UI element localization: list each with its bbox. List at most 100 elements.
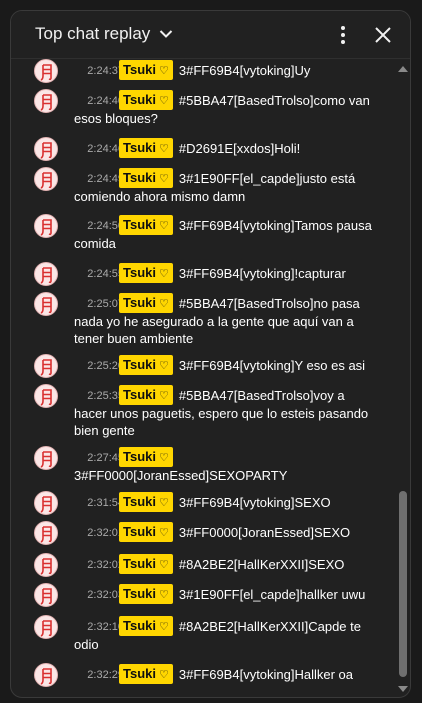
moon-kanji-avatar-icon xyxy=(35,584,57,606)
avatar[interactable] xyxy=(34,292,58,316)
moon-kanji-avatar-icon xyxy=(35,447,57,469)
scrollbar-thumb[interactable] xyxy=(399,491,407,677)
scroll-down-arrow-icon[interactable] xyxy=(398,685,408,693)
author-name-badge[interactable]: Tsuki ♡ xyxy=(119,664,173,684)
author-name: Tsuki xyxy=(123,140,156,155)
moon-kanji-avatar-icon xyxy=(35,616,57,638)
message-text: 3#FF0000[JoranEssed]SEXOPARTY xyxy=(74,468,288,483)
member-heart-icon: ♡ xyxy=(159,497,169,509)
avatar[interactable] xyxy=(34,137,58,161)
close-icon xyxy=(375,27,391,43)
author-name: Tsuki xyxy=(123,265,156,280)
author-name-badge[interactable]: Tsuki ♡ xyxy=(119,385,173,405)
author-name-badge[interactable]: Tsuki ♡ xyxy=(119,90,173,110)
more-options-button[interactable] xyxy=(331,23,355,47)
author-name: Tsuki xyxy=(123,586,156,601)
author-name-badge[interactable]: Tsuki ♡ xyxy=(119,492,173,512)
avatar[interactable] xyxy=(34,59,58,83)
author-name-badge[interactable]: Tsuki ♡ xyxy=(119,215,173,235)
more-vert-icon xyxy=(341,26,345,44)
scroll-up-arrow-icon[interactable] xyxy=(398,65,408,73)
message-body: Tsuki ♡ 3#1E90FF[el_capde]justo está comie… xyxy=(74,167,379,205)
author-name-badge[interactable]: Tsuki ♡ xyxy=(119,168,173,188)
message-text: #5BBA47[BasedTrolso]no pasa nada yo he a… xyxy=(74,296,360,346)
author-name-badge[interactable]: Tsuki ♡ xyxy=(119,522,173,542)
moon-kanji-avatar-icon xyxy=(35,554,57,576)
member-heart-icon: ♡ xyxy=(159,452,169,464)
author-name: Tsuki xyxy=(123,666,156,681)
member-heart-icon: ♡ xyxy=(159,268,169,280)
avatar[interactable] xyxy=(34,663,58,687)
message-body: Tsuki ♡ 3#FF69B4[vytoking]Uy xyxy=(74,59,379,80)
author-name-badge[interactable]: Tsuki ♡ xyxy=(119,263,173,283)
avatar[interactable] xyxy=(34,553,58,577)
moon-kanji-avatar-icon xyxy=(35,263,57,285)
avatar[interactable] xyxy=(34,89,58,113)
message-body: Tsuki ♡ #5BBA47[BasedTrolso]como van esos … xyxy=(74,89,379,127)
message-body: Tsuki ♡ 3#FF69B4[vytoking]!capturar xyxy=(74,262,379,283)
avatar[interactable] xyxy=(34,214,58,238)
author-name: Tsuki xyxy=(123,618,156,633)
message-body: Tsuki ♡ 3#1E90FF[el_capde]hallker uwu xyxy=(74,583,379,604)
author-name: Tsuki xyxy=(123,387,156,402)
moon-kanji-avatar-icon xyxy=(35,492,57,514)
avatar[interactable] xyxy=(34,615,58,639)
avatar[interactable] xyxy=(34,262,58,286)
message-text: 3#FF69B4[vytoking]Y eso es asi xyxy=(178,358,366,373)
message-text: 3#FF69B4[vytoking]SEXO xyxy=(178,495,331,510)
member-heart-icon: ♡ xyxy=(159,621,169,633)
member-heart-icon: ♡ xyxy=(159,298,169,310)
member-heart-icon: ♡ xyxy=(159,589,169,601)
author-name-badge[interactable]: Tsuki ♡ xyxy=(119,138,173,158)
close-chat-button[interactable] xyxy=(371,23,395,47)
chat-header: Top chat replay xyxy=(11,11,410,59)
moon-kanji-avatar-icon xyxy=(35,168,57,190)
moon-kanji-avatar-icon xyxy=(35,522,57,544)
author-name: Tsuki xyxy=(123,170,156,185)
member-heart-icon: ♡ xyxy=(159,143,169,155)
author-name-badge[interactable]: Tsuki ♡ xyxy=(119,60,173,80)
message-text: 3#1E90FF[el_capde]justo está comiendo ah… xyxy=(74,171,356,204)
member-heart-icon: ♡ xyxy=(159,220,169,232)
moon-kanji-avatar-icon xyxy=(35,664,57,686)
moon-kanji-avatar-icon xyxy=(35,355,57,377)
chat-panel: Top chat replay 2:24:37 Tsuki ♡ 3#FF69B4[vy… xyxy=(10,10,411,698)
chat-mode-title: Top chat replay xyxy=(35,24,151,43)
avatar[interactable] xyxy=(34,521,58,545)
author-name: Tsuki xyxy=(123,92,156,107)
chat-mode-dropdown[interactable]: Top chat replay xyxy=(35,24,174,44)
avatar[interactable] xyxy=(34,167,58,191)
message-body: Tsuki ♡ 3#FF0000[JoranEssed]SEXO xyxy=(74,521,379,542)
avatar[interactable] xyxy=(34,446,58,470)
chat-scrollbar[interactable] xyxy=(395,59,410,697)
message-body: Tsuki ♡ #8A2BE2[HallKerXXII]SEXO xyxy=(74,553,379,574)
message-body: Tsuki ♡3#FF0000[JoranEssed]SEXOPARTY xyxy=(74,446,379,484)
author-name-badge[interactable]: Tsuki ♡ xyxy=(119,447,173,467)
member-heart-icon: ♡ xyxy=(159,65,169,77)
message-body: Tsuki ♡ 3#FF69B4[vytoking]SEXO xyxy=(74,491,379,512)
member-heart-icon: ♡ xyxy=(159,173,169,185)
moon-kanji-avatar-icon xyxy=(35,60,57,82)
member-heart-icon: ♡ xyxy=(159,390,169,402)
chevron-down-icon xyxy=(160,30,173,38)
author-name-badge[interactable]: Tsuki ♡ xyxy=(119,355,173,375)
message-body: Tsuki ♡ 3#FF69B4[vytoking]Hallker oa xyxy=(74,663,379,684)
author-name-badge[interactable]: Tsuki ♡ xyxy=(119,616,173,636)
message-body: Tsuki ♡ #D2691E[xxdos]Holi! xyxy=(74,137,379,158)
message-text: 3#FF69B4[vytoking]!capturar xyxy=(178,266,346,281)
avatar[interactable] xyxy=(34,384,58,408)
author-name-badge[interactable]: Tsuki ♡ xyxy=(119,554,173,574)
avatar[interactable] xyxy=(34,491,58,515)
author-name: Tsuki xyxy=(123,217,156,232)
author-name: Tsuki xyxy=(123,62,156,77)
author-name: Tsuki xyxy=(123,449,156,464)
message-text: #8A2BE2[HallKerXXII]SEXO xyxy=(178,557,345,572)
message-text: 3#1E90FF[el_capde]hallker uwu xyxy=(178,587,366,602)
author-name-badge[interactable]: Tsuki ♡ xyxy=(119,293,173,313)
author-name-badge[interactable]: Tsuki ♡ xyxy=(119,584,173,604)
chat-message-list[interactable]: 2:24:37 Tsuki ♡ 3#FF69B4[vytoking]Uy 2:24:40… xyxy=(11,59,395,697)
avatar[interactable] xyxy=(34,583,58,607)
message-text: 3#FF69B4[vytoking]Hallker oa xyxy=(178,667,354,682)
message-text: #D2691E[xxdos]Holi! xyxy=(178,141,301,156)
avatar[interactable] xyxy=(34,354,58,378)
